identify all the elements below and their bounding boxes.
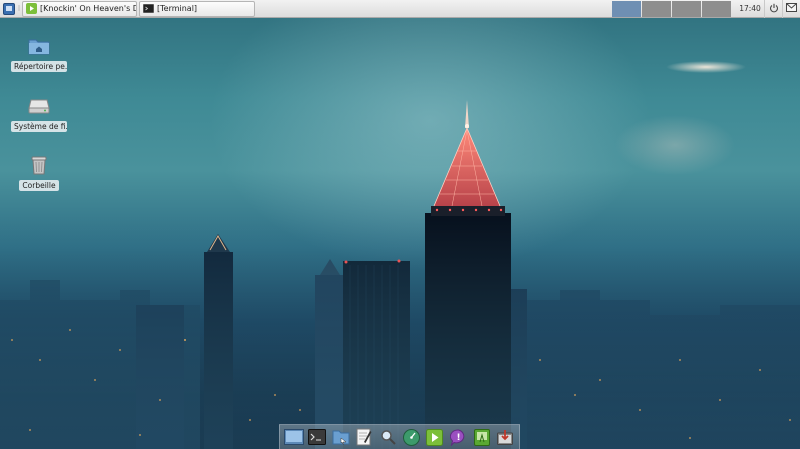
chat-icon[interactable]: ! <box>448 427 469 448</box>
workspace-3[interactable] <box>672 0 701 17</box>
desktop-icon-trash[interactable]: Corbeille <box>10 153 68 191</box>
mail-button[interactable] <box>782 0 800 18</box>
taskbar-item-media-player[interactable]: [Knockin' On Heaven's Doo... <box>22 0 137 17</box>
workspace-1[interactable] <box>612 0 641 17</box>
web-browser-icon[interactable] <box>401 427 422 448</box>
taskbar-item-label: [Knockin' On Heaven's Doo... <box>40 4 136 13</box>
drive-icon <box>27 94 51 118</box>
workspace-4[interactable] <box>702 0 731 17</box>
terminal-icon[interactable] <box>307 427 328 448</box>
svg-text:!: ! <box>456 433 460 443</box>
mail-icon <box>786 3 797 14</box>
desktop-icon-home[interactable]: Répertoire pe... <box>10 34 68 72</box>
installer-icon[interactable] <box>495 427 516 448</box>
home-folder-icon <box>27 34 51 58</box>
file-manager-icon[interactable] <box>330 427 351 448</box>
media-player-icon <box>26 3 37 14</box>
notes-icon[interactable] <box>471 427 492 448</box>
taskbar-item-terminal[interactable]: [Terminal] <box>139 0 255 17</box>
search-icon[interactable] <box>377 427 398 448</box>
top-panel: ⁝ [Knockin' On Heaven's Doo... [Terminal… <box>0 0 800 18</box>
wallpaper-skyline <box>0 100 800 449</box>
workspace-2[interactable] <box>642 0 671 17</box>
terminal-icon <box>143 3 154 14</box>
desktop-icon-label: Répertoire pe... <box>11 61 67 72</box>
application-dock: ! <box>279 424 520 449</box>
app-menu-icon[interactable] <box>2 2 16 16</box>
taskbar-item-label: [Terminal] <box>157 4 198 13</box>
desktop-icon-label: Système de fi... <box>11 121 67 132</box>
trash-icon <box>27 153 51 177</box>
desktop-icon-label: Corbeille <box>19 180 59 191</box>
power-button[interactable] <box>764 0 782 18</box>
text-editor-icon[interactable] <box>354 427 375 448</box>
clock[interactable]: 17:40 <box>736 4 764 13</box>
show-desktop-icon[interactable] <box>283 427 304 448</box>
media-player-icon[interactable] <box>424 427 445 448</box>
desktop-icon-filesystem[interactable]: Système de fi... <box>10 94 68 132</box>
power-icon <box>769 3 779 15</box>
